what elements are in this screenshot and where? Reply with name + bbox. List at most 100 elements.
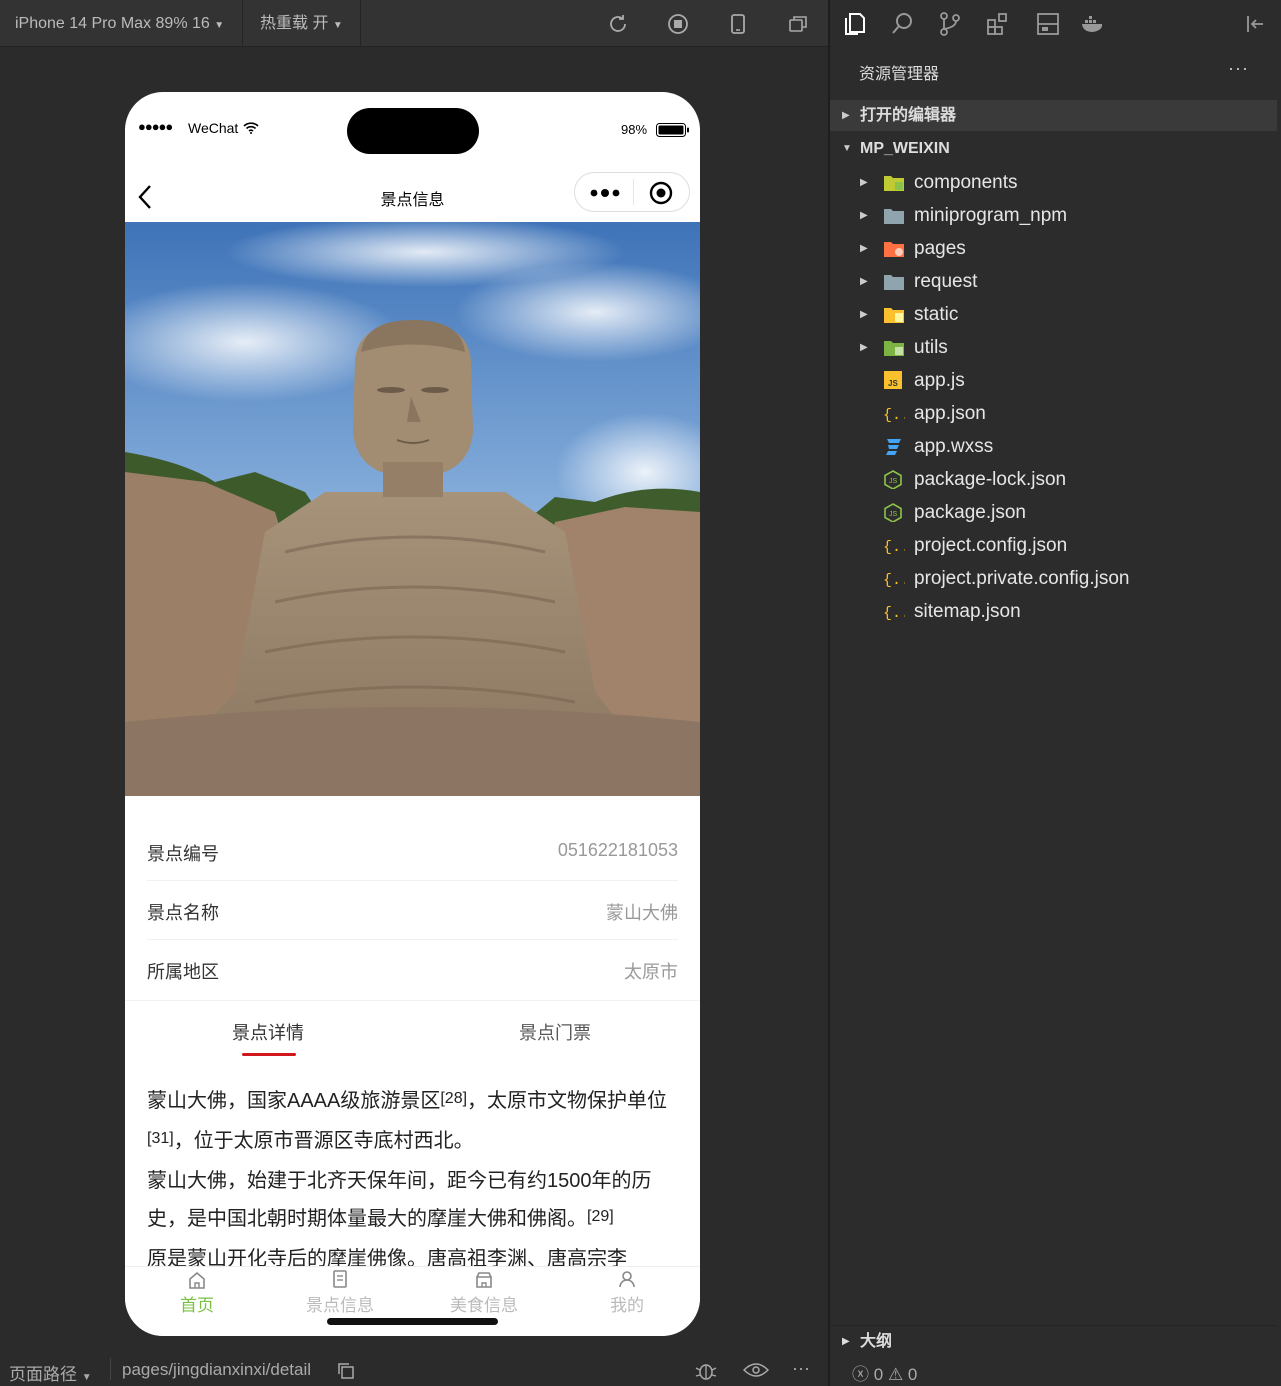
info-row-name: 景点名称 蒙山大佛 bbox=[125, 881, 700, 940]
tabbar-item-food[interactable]: 美食信息 bbox=[434, 1269, 534, 1316]
more-actions-icon[interactable]: ··· bbox=[1228, 58, 1249, 79]
tree-folder[interactable]: ▶ request bbox=[830, 265, 1277, 298]
store-icon bbox=[476, 1272, 492, 1288]
tab-detail[interactable]: 景点详情 bbox=[232, 1019, 304, 1045]
svg-text:{..}: {..} bbox=[883, 605, 905, 621]
bug-icon[interactable] bbox=[694, 1360, 718, 1382]
nodejs-file-icon: JS bbox=[884, 470, 902, 489]
error-count: 0 bbox=[873, 1365, 884, 1384]
svg-text:JS: JS bbox=[889, 511, 898, 518]
signal-dots-icon: ●●●●● bbox=[138, 119, 173, 134]
tree-label: static bbox=[914, 304, 959, 325]
desc-text: ，位于太原市晋源区寺底村西北。 bbox=[173, 1130, 474, 1152]
scenic-description: 蒙山大佛，国家AAAA级旅游景区[28]，太原市文物保护单位 [31]，位于太原市… bbox=[147, 1082, 682, 1278]
tree-file[interactable]: JS app.js bbox=[830, 364, 1277, 397]
tree-label: utils bbox=[914, 337, 948, 358]
files-icon[interactable] bbox=[842, 10, 868, 38]
explorer-title: 资源管理器 bbox=[859, 66, 940, 83]
tree-folder[interactable]: ▶ components bbox=[830, 166, 1277, 199]
tree-folder[interactable]: ▶ pages bbox=[830, 232, 1277, 265]
tab-tickets[interactable]: 景点门票 bbox=[519, 1019, 591, 1045]
css-file-icon bbox=[886, 439, 901, 455]
open-editors-section[interactable]: ▶ 打开的编辑器 bbox=[830, 100, 1277, 131]
eye-icon[interactable] bbox=[743, 1362, 769, 1378]
tabbar-item-mine[interactable]: 我的 bbox=[577, 1269, 677, 1316]
static-folder-icon bbox=[884, 308, 904, 323]
info-label: 景点编号 bbox=[147, 844, 219, 864]
section-label: 打开的编辑器 bbox=[860, 107, 957, 124]
device-label: iPhone 14 Pro Max 89% 16 bbox=[15, 15, 210, 32]
battery-percent: 98% bbox=[621, 122, 648, 137]
tree-label: app.json bbox=[914, 403, 986, 424]
simulator-panel: iPhone 14 Pro Max 89% 16 ▼ 热重载 开 ▼ ●●●●●… bbox=[0, 0, 828, 1386]
tree-label: request bbox=[914, 271, 978, 292]
extensions-icon[interactable] bbox=[985, 10, 1011, 38]
tree-label: package.json bbox=[914, 502, 1026, 523]
more-dots-icon[interactable] bbox=[589, 188, 621, 198]
tree-file[interactable]: {..} project.private.config.json bbox=[830, 562, 1277, 595]
section-label: MP_WEIXIN bbox=[860, 140, 950, 157]
scenic-photo bbox=[125, 222, 700, 796]
docker-icon[interactable] bbox=[1080, 10, 1106, 38]
tabbar-label: 美食信息 bbox=[450, 1296, 518, 1315]
tree-folder[interactable]: ▶ miniprogram_npm bbox=[830, 199, 1277, 232]
tree-label: sitemap.json bbox=[914, 601, 1021, 622]
problems-indicator[interactable]: ⓧ 0 ⚠ 0 bbox=[852, 1360, 917, 1385]
detach-window-icon[interactable] bbox=[784, 10, 812, 38]
bottom-tab-bar: 首页 景点信息 美食信息 我的 bbox=[125, 1266, 700, 1336]
tree-file[interactable]: {..} app.json bbox=[830, 397, 1277, 430]
explorer-panel: 资源管理器 ··· ▶ 打开的编辑器 ▼ MP_WEIXIN ▶ component… bbox=[830, 0, 1281, 1386]
stop-icon[interactable] bbox=[664, 10, 692, 38]
home-indicator bbox=[327, 1318, 498, 1325]
folder-icon bbox=[884, 275, 904, 290]
tabbar-item-scenic[interactable]: 景点信息 bbox=[290, 1269, 390, 1316]
search-icon[interactable] bbox=[890, 10, 916, 38]
simulator-status-bar: 页面路径 ▼ pages/jingdianxinxi/detail ··· bbox=[0, 1355, 828, 1386]
tree-file[interactable]: JS package-lock.json bbox=[830, 463, 1277, 496]
tree-file[interactable]: {..} sitemap.json bbox=[830, 595, 1277, 628]
more-icon[interactable]: ··· bbox=[792, 1358, 810, 1379]
tree-file[interactable]: JS package.json bbox=[830, 496, 1277, 529]
hot-reload-toggle[interactable]: 热重载 开 ▼ bbox=[260, 0, 343, 47]
citation: [29] bbox=[587, 1208, 614, 1225]
warning-icon: ⚠ bbox=[887, 1365, 904, 1384]
tree-folder[interactable]: ▶ static bbox=[830, 298, 1277, 331]
svg-text:JS: JS bbox=[889, 478, 898, 485]
folder-icon bbox=[884, 209, 904, 224]
chevron-down-icon: ▼ bbox=[332, 20, 343, 31]
project-section[interactable]: ▼ MP_WEIXIN bbox=[830, 133, 1277, 164]
chevron-down-icon: ▼ bbox=[81, 1372, 92, 1383]
tabbar-item-home[interactable]: 首页 bbox=[147, 1269, 247, 1316]
page-path-selector[interactable]: 页面路径 ▼ bbox=[9, 1360, 92, 1385]
refresh-icon[interactable] bbox=[604, 10, 632, 38]
desc-text: 蒙山大佛，国家AAAA级旅游景区 bbox=[147, 1090, 441, 1112]
tree-label: project.config.json bbox=[914, 535, 1068, 556]
layout-icon[interactable] bbox=[1035, 10, 1061, 38]
info-row-region: 所属地区 太原市 bbox=[125, 940, 700, 999]
page-path-label: 页面路径 bbox=[9, 1365, 77, 1384]
device-selector[interactable]: iPhone 14 Pro Max 89% 16 ▼ bbox=[15, 0, 224, 47]
phone-icon[interactable] bbox=[724, 10, 752, 38]
close-miniprogram-icon[interactable] bbox=[649, 181, 673, 205]
tree-file[interactable]: {..} project.config.json bbox=[830, 529, 1277, 562]
chevron-right-icon: ▶ bbox=[860, 210, 868, 221]
svg-text:{..}: {..} bbox=[883, 407, 905, 423]
chevron-right-icon: ▶ bbox=[860, 177, 868, 188]
collapse-panel-icon[interactable] bbox=[1243, 10, 1269, 38]
copy-icon[interactable] bbox=[337, 1362, 355, 1380]
svg-text:{..}: {..} bbox=[883, 572, 905, 588]
citation: [28] bbox=[440, 1090, 468, 1107]
outline-section[interactable]: ▶ 大纲 bbox=[830, 1325, 1277, 1356]
section-label: 大纲 bbox=[860, 1333, 893, 1350]
tree-folder[interactable]: ▶ utils bbox=[830, 331, 1277, 364]
js-file-icon: JS bbox=[884, 371, 902, 389]
tree-label: project.private.config.json bbox=[914, 568, 1130, 589]
tree-label: miniprogram_npm bbox=[914, 205, 1068, 226]
page-path: pages/jingdianxinxi/detail bbox=[122, 1360, 312, 1379]
wifi-icon bbox=[243, 122, 259, 134]
hot-reload-label: 热重载 开 bbox=[260, 15, 329, 32]
tree-file[interactable]: app.wxss bbox=[830, 430, 1277, 463]
info-label: 所属地区 bbox=[147, 962, 219, 982]
chevron-down-icon: ▼ bbox=[214, 20, 225, 31]
source-control-icon[interactable] bbox=[937, 10, 963, 38]
